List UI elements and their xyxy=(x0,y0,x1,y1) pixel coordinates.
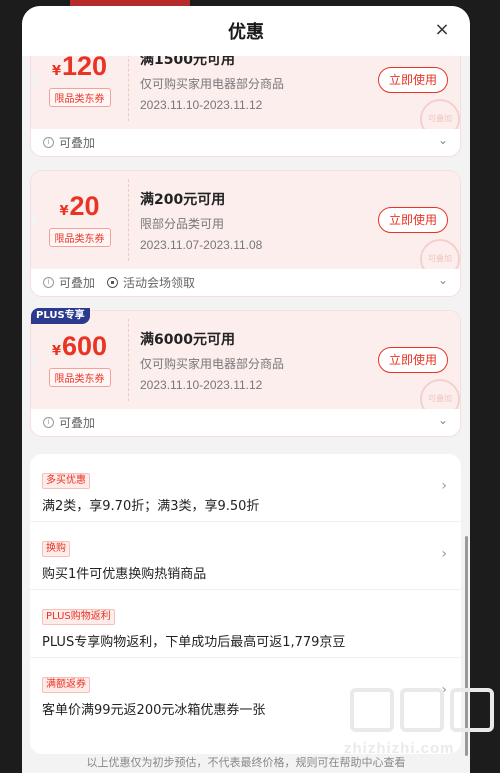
coupon-date-range: 2023.11.10-2023.11.12 xyxy=(140,98,263,112)
info-icon: i xyxy=(43,277,54,288)
coupon-card: ¥ 600 限品类东券 满6000元可用 仅可购买家用电器部分商品 2023.1… xyxy=(30,310,461,437)
promotion-tag: 换购 xyxy=(42,541,70,557)
coupon-footer[interactable]: i 可叠加 ⌄ xyxy=(31,129,460,156)
sheet-header: 优惠 × xyxy=(22,6,470,56)
sheet-title: 优惠 xyxy=(228,22,264,43)
source-icon xyxy=(107,277,119,288)
stackable-label: 可叠加 xyxy=(59,276,96,290)
chevron-down-icon[interactable]: ⌄ xyxy=(438,133,448,147)
chevron-down-icon[interactable]: ⌄ xyxy=(438,413,448,427)
chevron-right-icon[interactable]: › xyxy=(441,478,447,494)
coupon-date-range: 2023.11.07-2023.11.08 xyxy=(140,238,263,252)
dashed-divider xyxy=(128,319,129,401)
promotion-text: PLUS专享购物返利，下单成功后最高可返1,779京豆 xyxy=(42,635,346,650)
amount-value: 20 xyxy=(69,191,100,221)
promotion-item[interactable]: 换购 购买1件可优惠换购热销商品 › xyxy=(30,522,461,590)
promotion-item[interactable]: PLUS购物返利 PLUS专享购物返利，下单成功后最高可返1,779京豆 xyxy=(30,590,461,658)
coupon-condition: 满6000元可用 xyxy=(140,332,235,348)
plus-exclusive-badge: PLUS专享 xyxy=(31,308,90,324)
chevron-down-icon[interactable]: ⌄ xyxy=(438,273,448,287)
amount-value: 120 xyxy=(61,51,108,81)
coupon-body: ¥ 600 限品类东券 满6000元可用 仅可购买家用电器部分商品 2023.1… xyxy=(31,311,460,419)
currency-symbol: ¥ xyxy=(51,64,61,79)
coupon-amount: ¥ 120 xyxy=(52,53,107,80)
coupon-type-tag: 限品类东券 xyxy=(48,88,111,107)
use-now-button[interactable]: 立即使用 xyxy=(378,67,448,93)
stackable-label: 可叠加 xyxy=(59,416,96,430)
promotion-item[interactable]: 多买优惠 满2类，享9.70折；满3类，享9.50折 › xyxy=(30,454,461,522)
coupon-list[interactable]: ¥ 120 限品类东券 满1500元可用 仅可购买家用电器部分商品 2023.1… xyxy=(22,6,470,773)
coupon-info: 满200元可用 限部分品类可用 2023.11.07-2023.11.08 xyxy=(140,189,262,252)
coupon-card: ¥ 20 限品类东券 满200元可用 限部分品类可用 2023.11.07-20… xyxy=(30,170,461,297)
coupon-scope: 仅可购买家用电器部分商品 xyxy=(140,357,285,371)
coupon-amount-block: ¥ 600 限品类东券 xyxy=(31,311,128,409)
use-now-button[interactable]: 立即使用 xyxy=(378,347,448,373)
watermark-logo-icon xyxy=(400,688,444,732)
promotion-tag: PLUS购物返利 xyxy=(42,609,115,625)
coupon-type-tag: 限品类东券 xyxy=(48,228,111,247)
dashed-divider xyxy=(128,179,129,261)
currency-symbol: ¥ xyxy=(59,204,69,219)
promotion-text: 满2类，享9.70折；满3类，享9.50折 xyxy=(42,499,260,514)
info-icon: i xyxy=(43,417,54,428)
coupon-condition: 满200元可用 xyxy=(140,192,226,208)
coupon-type-tag: 限品类东券 xyxy=(48,368,111,387)
promotion-text: 购买1件可优惠换购热销商品 xyxy=(42,567,207,582)
coupon-date-range: 2023.11.10-2023.11.12 xyxy=(140,378,263,392)
coupon-amount: ¥ 20 xyxy=(59,193,99,220)
coupon-body: ¥ 20 限品类东券 满200元可用 限部分品类可用 2023.11.07-20… xyxy=(31,171,460,279)
source-label: 活动会场领取 xyxy=(123,276,196,290)
watermark-logo-icon xyxy=(450,688,494,732)
watermark-text: zhizhizhi.com xyxy=(344,740,455,757)
promotion-tag: 多买优惠 xyxy=(42,473,90,489)
amount-value: 600 xyxy=(61,331,108,361)
stackable-label: 可叠加 xyxy=(59,136,96,150)
coupon-footer[interactable]: i 可叠加 活动会场领取 ⌄ xyxy=(31,269,460,296)
coupon-scope: 仅可购买家用电器部分商品 xyxy=(140,77,285,91)
coupon-sheet: 优惠 × ¥ 120 限品类东券 满1500元可用 仅可购买家用电器部分商品 2 xyxy=(22,6,470,773)
promotion-tag: 满额返券 xyxy=(42,677,90,693)
coupon-amount: ¥ 600 xyxy=(52,333,107,360)
watermark: zhizhizhi.com xyxy=(330,688,500,768)
coupon-info: 满6000元可用 仅可购买家用电器部分商品 2023.11.10-2023.11… xyxy=(140,329,284,392)
coupon-footer[interactable]: i 可叠加 ⌄ xyxy=(31,409,460,436)
currency-symbol: ¥ xyxy=(51,344,61,359)
use-now-button[interactable]: 立即使用 xyxy=(378,207,448,233)
close-icon[interactable]: × xyxy=(432,20,452,40)
watermark-logo-icon xyxy=(350,688,394,732)
coupon-amount-block: ¥ 20 限品类东券 xyxy=(31,171,128,269)
coupon-scope: 限部分品类可用 xyxy=(140,217,225,231)
chevron-right-icon[interactable]: › xyxy=(441,546,447,562)
info-icon: i xyxy=(43,137,54,148)
coupon-info: 满1500元可用 仅可购买家用电器部分商品 2023.11.10-2023.11… xyxy=(140,49,284,112)
